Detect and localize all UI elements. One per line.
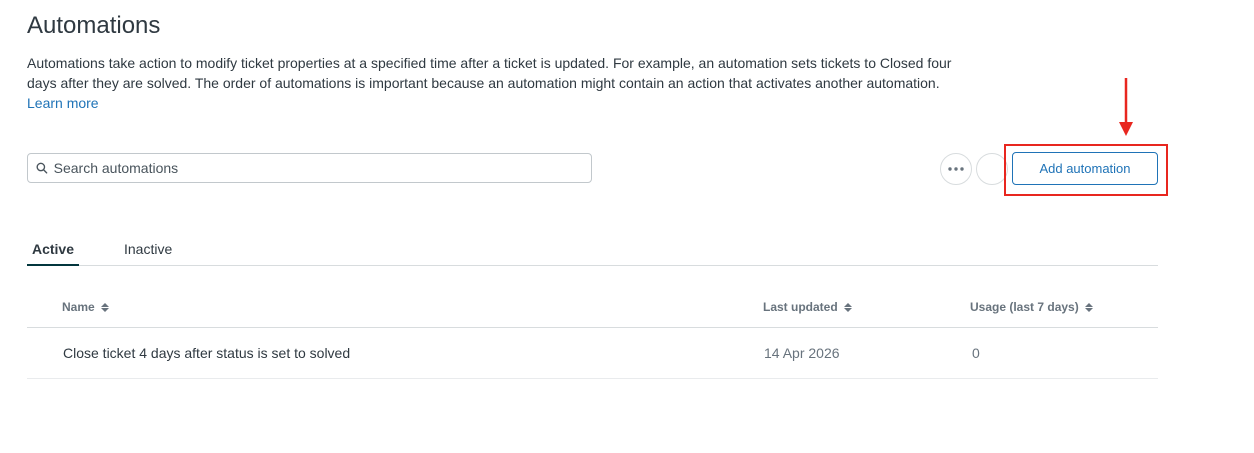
column-header-name[interactable]: Name xyxy=(62,300,109,314)
last-updated-cell: 14 Apr 2026 xyxy=(764,345,840,361)
page-title: Automations xyxy=(27,12,161,39)
description-text: Automations take action to modify ticket… xyxy=(27,55,952,91)
page-description: Automations take action to modify ticket… xyxy=(27,53,977,113)
sort-icon xyxy=(100,302,109,312)
search-input[interactable] xyxy=(53,160,591,176)
sort-icon xyxy=(1084,302,1093,312)
usage-cell: 0 xyxy=(972,345,980,361)
column-header-label: Usage (last 7 days) xyxy=(970,300,1079,314)
search-icon xyxy=(36,162,48,174)
column-header-label: Last updated xyxy=(763,300,838,314)
column-header-last-updated[interactable]: Last updated xyxy=(763,300,852,314)
tab-inactive[interactable]: Inactive xyxy=(124,232,172,266)
annotation-arrow-icon xyxy=(1119,78,1133,136)
ellipsis-icon xyxy=(948,167,964,171)
table-row[interactable]: Close ticket 4 days after status is set … xyxy=(27,329,1158,379)
status-tabs: Active Inactive xyxy=(27,232,1158,266)
column-header-usage[interactable]: Usage (last 7 days) xyxy=(970,300,1093,314)
tab-active[interactable]: Active xyxy=(27,232,79,266)
column-header-label: Name xyxy=(62,300,95,314)
search-field[interactable] xyxy=(27,153,592,183)
table-header: Name Last updated Usage (last 7 days) xyxy=(27,286,1158,328)
annotation-highlight-box xyxy=(1004,144,1168,196)
sort-icon xyxy=(843,302,852,312)
automation-name-link[interactable]: Close ticket 4 days after status is set … xyxy=(63,345,350,361)
more-options-button[interactable] xyxy=(940,153,972,185)
learn-more-link[interactable]: Learn more xyxy=(27,95,99,111)
